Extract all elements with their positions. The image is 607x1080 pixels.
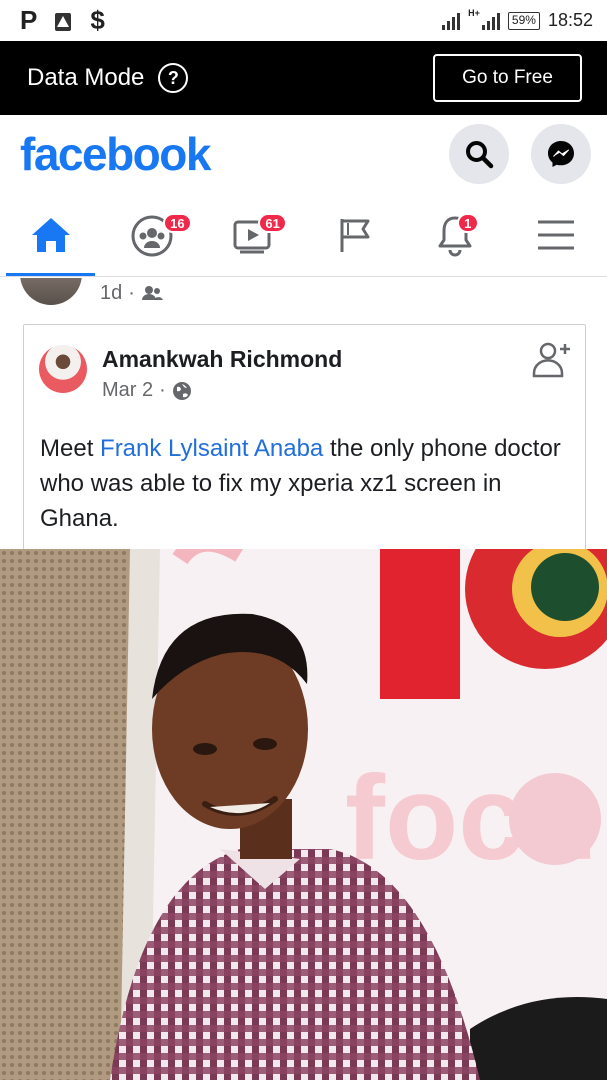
notifications-badge: 1 (456, 213, 479, 233)
photo-illustration: focu (0, 549, 607, 1080)
home-icon (31, 217, 70, 252)
hamburger-menu-icon (538, 220, 575, 249)
author-name[interactable]: Amankwah Richmond (102, 345, 342, 373)
messenger-icon (548, 141, 574, 167)
tab-menu[interactable] (506, 193, 607, 276)
data-mode-bar: Data Mode ? Go to Free (0, 41, 607, 115)
post-time[interactable]: 1d (100, 282, 122, 305)
globe-icon (172, 381, 191, 400)
tab-watch[interactable]: 61 (202, 193, 303, 276)
mention-link[interactable]: Frank Lylsaint Anaba (100, 435, 323, 462)
data-mode-label: Data Mode (27, 64, 145, 91)
warning-notification-icon (55, 12, 72, 31)
search-icon (466, 141, 494, 169)
messenger-button[interactable] (531, 124, 591, 184)
clock: 18:52 (547, 10, 593, 30)
status-bar: P $ H+ 59% 18:52 (0, 0, 607, 41)
app-header: facebook (0, 115, 607, 193)
shared-post-card[interactable]: Amankwah Richmond Mar 2 · Meet Frank Lyl… (23, 324, 586, 564)
signal-icon-2 (481, 12, 500, 30)
signal-icon (442, 12, 461, 30)
watch-badge: 61 (258, 213, 287, 233)
friends-privacy-icon (141, 286, 163, 300)
previous-post-header: 1d · (20, 278, 163, 308)
avatar[interactable] (20, 278, 82, 305)
tab-friends[interactable]: 16 (101, 193, 202, 276)
post-photo[interactable]: focu (0, 549, 607, 1080)
friends-badge: 16 (163, 213, 192, 233)
post-text: Meet Frank Lylsaint Anaba the only phone… (40, 435, 561, 532)
help-icon[interactable]: ? (158, 63, 189, 93)
battery-indicator: 59% (507, 11, 540, 30)
tab-pages[interactable] (304, 193, 405, 276)
tab-navigation: 16 61 1 (0, 193, 607, 277)
tab-home[interactable] (0, 193, 101, 276)
facebook-logo[interactable]: facebook (20, 127, 211, 181)
go-to-free-button[interactable]: Go to Free (433, 54, 582, 102)
post-date[interactable]: Mar 2 (102, 379, 153, 402)
author-avatar[interactable] (39, 345, 87, 393)
flag-icon (340, 218, 370, 252)
add-friend-icon[interactable] (531, 339, 571, 379)
search-button[interactable] (449, 124, 509, 184)
pinterest-notification-icon: P (20, 5, 37, 35)
news-feed: 1d · Amankwah Richmond Mar 2 · Meet Fran… (0, 278, 607, 1080)
network-type: H+ (468, 7, 480, 18)
tab-notifications[interactable]: 1 (405, 193, 506, 276)
money-notification-icon: $ (90, 5, 105, 35)
